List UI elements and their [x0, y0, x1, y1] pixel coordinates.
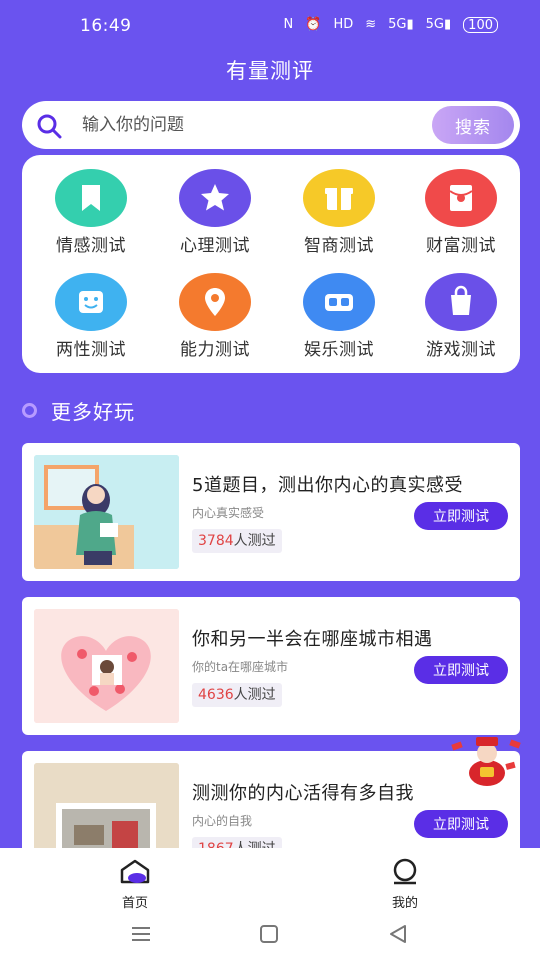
star-icon	[201, 184, 229, 211]
illustration-girl-reading	[34, 455, 179, 569]
count-suffix: 人测过	[233, 687, 276, 703]
search-icon	[37, 114, 62, 139]
section-title: 更多好玩	[51, 400, 135, 424]
test-card[interactable]: 你和另一半会在哪座城市相遇 你的ta在哪座城市 4636人测过 立即测试	[22, 597, 520, 735]
nav-mine[interactable]: 我的	[365, 858, 445, 911]
bottom-navigation: 首页 我的	[0, 848, 540, 960]
category-label: 智商测试	[304, 236, 374, 256]
category-wealth[interactable]: 财富测试	[406, 155, 516, 256]
card-thumbnail	[34, 455, 179, 569]
home-icon	[120, 859, 150, 884]
fortune-god-promo-icon[interactable]	[450, 733, 524, 787]
status-icons: N ⏰ HD ≋ 5G▮ 5G▮ 100	[284, 17, 498, 33]
category-label: 财富测试	[426, 236, 496, 256]
nav-label: 首页	[121, 896, 148, 911]
category-label: 游戏测试	[426, 340, 496, 360]
illustration-heart-collage	[34, 609, 179, 723]
category-ability[interactable]: 能力测试	[160, 259, 270, 360]
gift-icon	[325, 188, 353, 210]
category-label: 心理测试	[180, 236, 250, 256]
profile-icon	[393, 858, 417, 885]
card-subtitle: 内心的自我	[192, 814, 253, 828]
test-card[interactable]: 5道题目，测出你内心的真实感受 内心真实感受 3784人测过 立即测试	[22, 443, 520, 581]
search-input[interactable]	[82, 109, 422, 141]
category-circle	[303, 273, 375, 331]
card-subtitle: 你的ta在哪座城市	[192, 660, 289, 674]
signal-icon-1: 5G▮	[388, 17, 414, 32]
card-test-count: 3784人测过	[192, 529, 282, 553]
system-navigation-bar	[132, 925, 406, 943]
card-title: 你和另一半会在哪座城市相遇	[192, 629, 433, 650]
search-bar: 搜索	[22, 101, 520, 149]
shopping-bag-icon	[451, 285, 471, 315]
category-circle	[55, 169, 127, 227]
bookmark-icon	[82, 185, 100, 211]
category-iq[interactable]: 智商测试	[284, 155, 394, 256]
category-circle	[425, 169, 497, 227]
category-emotion[interactable]: 情感测试	[36, 155, 146, 256]
menu-icon[interactable]	[132, 927, 150, 941]
count-number: 3784	[198, 533, 234, 549]
section-header: 更多好玩	[22, 396, 135, 425]
back-icon[interactable]	[390, 925, 406, 943]
category-label: 能力测试	[180, 340, 250, 360]
signal-icon-2: 5G▮	[425, 17, 452, 32]
battery-icon: 100	[463, 17, 498, 33]
wifi-icon: ≋	[365, 17, 377, 32]
count-suffix: 人测过	[233, 533, 276, 549]
status-time: 16:49	[80, 16, 132, 36]
app-title: 有量测评	[226, 59, 314, 83]
section-dot-icon	[22, 403, 37, 418]
start-test-button[interactable]: 立即测试	[414, 810, 508, 838]
card-title: 测测你的内心活得有多自我	[192, 783, 414, 804]
category-entertainment[interactable]: 娱乐测试	[284, 259, 394, 360]
category-circle	[425, 273, 497, 331]
category-label: 两性测试	[56, 340, 126, 360]
hd-icon: HD	[333, 17, 354, 32]
category-label: 娱乐测试	[304, 340, 374, 360]
category-panel: 情感测试 心理测试 智商测试 财富测试 两性测试 能力测试 娱乐测试 游戏测试	[22, 155, 520, 373]
category-game[interactable]: 游戏测试	[406, 259, 516, 360]
category-circle	[303, 169, 375, 227]
location-pin-icon	[205, 288, 225, 316]
start-test-button[interactable]: 立即测试	[414, 502, 508, 530]
card-title: 5道题目，测出你内心的真实感受	[192, 475, 463, 496]
red-envelope-icon	[449, 185, 473, 211]
status-bar: 16:49 N ⏰ HD ≋ 5G▮ 5G▮ 100	[0, 0, 540, 52]
home-square-icon[interactable]	[260, 925, 278, 943]
category-psychology[interactable]: 心理测试	[160, 155, 270, 256]
category-circle	[179, 169, 251, 227]
category-label: 情感测试	[56, 236, 126, 256]
search-button[interactable]: 搜索	[432, 106, 514, 144]
smiley-icon	[79, 291, 103, 313]
nav-label: 我的	[391, 896, 418, 911]
nav-home[interactable]: 首页	[95, 858, 175, 911]
card-thumbnail	[34, 609, 179, 723]
start-test-button[interactable]: 立即测试	[414, 656, 508, 684]
alarm-icon: ⏰	[305, 17, 322, 32]
count-number: 4636	[198, 687, 234, 703]
category-circle	[55, 273, 127, 331]
category-circle	[179, 273, 251, 331]
vr-glasses-icon	[325, 294, 353, 311]
category-gender[interactable]: 两性测试	[36, 259, 146, 360]
nfc-icon: N	[283, 17, 294, 32]
card-subtitle: 内心真实感受	[192, 506, 265, 520]
card-test-count: 4636人测过	[192, 683, 282, 707]
